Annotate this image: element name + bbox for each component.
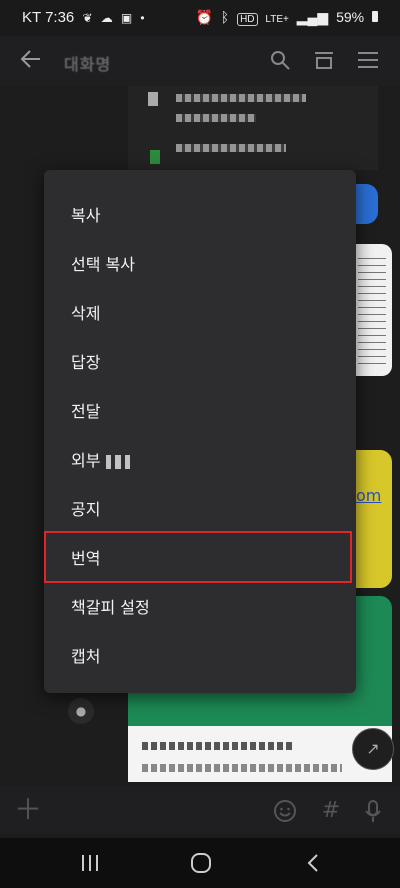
menu-icon[interactable] xyxy=(356,48,380,72)
menu-item-label: 답장 xyxy=(71,353,101,372)
menu-item-label: 외부 xyxy=(71,451,101,470)
blurred-text xyxy=(176,144,286,152)
drawer-icon[interactable] xyxy=(312,48,336,72)
link-text[interactable]: om xyxy=(356,486,381,505)
battery-label: 59% xyxy=(336,9,365,25)
carrier-label: KT xyxy=(22,9,41,26)
battery-icon xyxy=(372,11,378,22)
system-navigation-bar xyxy=(0,838,400,888)
menu-item-label: 캡처 xyxy=(71,647,101,666)
share-icon[interactable]: ↗ xyxy=(352,728,394,770)
bluetooth-icon: ᛒ xyxy=(220,9,230,25)
status-right: ⏰ ᛒ HD LTE+ ▂▄▆ 59% xyxy=(191,9,378,26)
recent-apps-icon[interactable] xyxy=(78,852,102,874)
blurred-text xyxy=(176,114,256,122)
status-left: KT 7:36 ❦ ☁ ▣ • xyxy=(22,9,145,26)
search-icon[interactable] xyxy=(268,48,292,72)
menu-item-bookmark[interactable]: 책갈피 설정 xyxy=(44,581,356,629)
network-label: LTE+ xyxy=(265,14,289,25)
highlight-box xyxy=(44,531,352,583)
pixelated-text xyxy=(106,454,137,469)
status-bar: KT 7:36 ❦ ☁ ▣ • ⏰ ᛒ HD LTE+ ▂▄▆ 59% xyxy=(0,0,400,36)
message-bubble[interactable] xyxy=(128,86,378,170)
context-menu: 복사 선택 복사 삭제 답장 전달 외부 공지 번역 책갈피 설정 캡처 xyxy=(44,170,356,693)
menu-item-select-copy[interactable]: 선택 복사 xyxy=(44,238,356,286)
menu-item-label: 선택 복사 xyxy=(71,255,135,274)
menu-item-label: 책갈피 설정 xyxy=(71,598,150,617)
menu-item-forward[interactable]: 전달 xyxy=(44,385,356,433)
plant-icon xyxy=(150,150,160,164)
menu-item-label: 삭제 xyxy=(71,304,101,323)
chat-title: 대화명 xyxy=(64,55,112,74)
blurred-text xyxy=(176,94,306,102)
cloud-icon: ☁ xyxy=(100,11,113,25)
leaf-icon: ❦ xyxy=(82,11,93,25)
signal-icon: ▂▄▆ xyxy=(296,9,329,25)
file-icon xyxy=(148,92,158,106)
chat-header: 대화명 xyxy=(0,36,400,86)
nav-back-icon[interactable] xyxy=(302,852,326,874)
alarm-icon: ⏰ xyxy=(195,9,213,25)
home-icon[interactable] xyxy=(189,852,213,874)
microphone-icon[interactable] xyxy=(360,798,386,824)
back-arrow-icon[interactable] xyxy=(20,48,42,70)
menu-item-label: 전달 xyxy=(71,402,101,421)
menu-item-notice[interactable]: 공지 xyxy=(44,483,356,531)
menu-item-reply[interactable]: 답장 xyxy=(44,336,356,384)
menu-item-capture[interactable]: 캡처 xyxy=(44,630,356,678)
menu-item-label: 복사 xyxy=(71,206,101,225)
image-icon: ▣ xyxy=(120,11,133,25)
plus-icon[interactable]: ＋ xyxy=(14,796,42,824)
time-label: 7:36 xyxy=(45,9,75,26)
menu-item-copy[interactable]: 복사 xyxy=(44,189,356,237)
message-input-bar: ＋ # xyxy=(0,786,400,834)
hd-icon: HD xyxy=(237,13,258,26)
dot-icon: • xyxy=(140,11,145,25)
hashtag-icon[interactable]: # xyxy=(318,798,344,824)
menu-item-label: 공지 xyxy=(71,500,101,519)
menu-item-delete[interactable]: 삭제 xyxy=(44,287,356,335)
emoji-icon[interactable] xyxy=(272,798,298,824)
menu-item-external-share[interactable]: 외부 xyxy=(44,434,356,482)
reply-icon[interactable]: ● xyxy=(68,698,94,724)
